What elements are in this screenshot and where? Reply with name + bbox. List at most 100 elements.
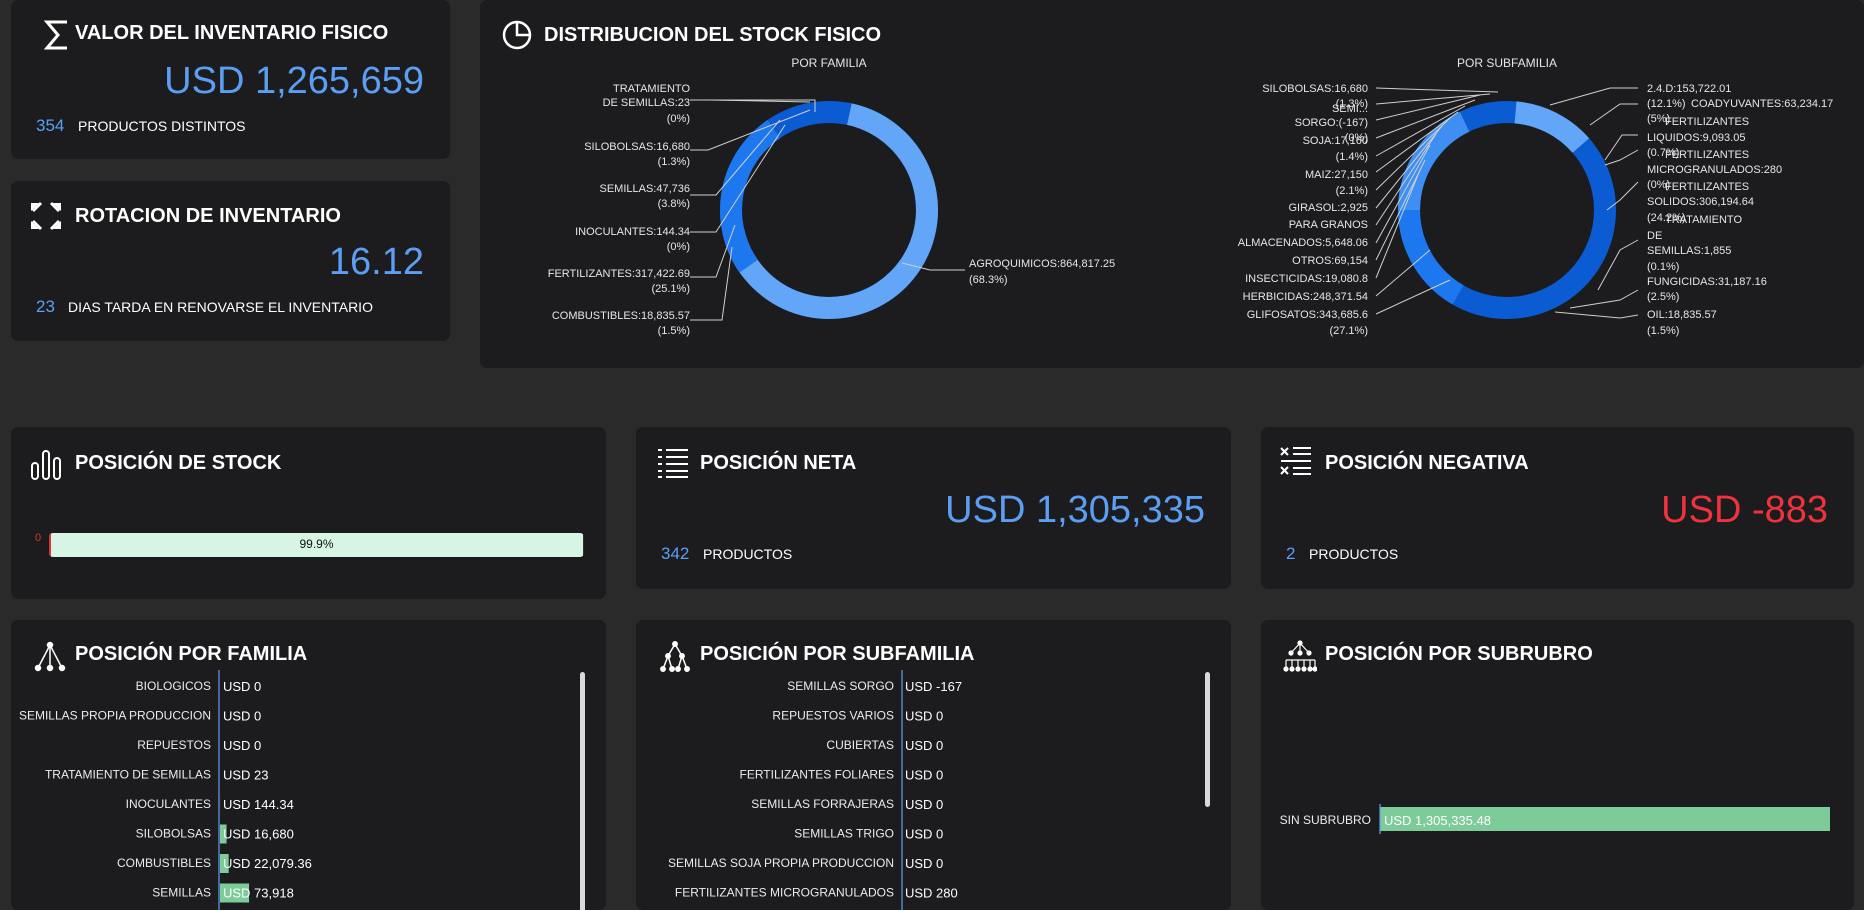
rotacion-card: ROTACION DE INVENTARIO 16.12 23 DIAS TAR… <box>11 181 450 341</box>
svg-text:TRATAMIENTO: TRATAMIENTO <box>1665 214 1742 226</box>
svg-text:LIQUIDOS:9,093.05: LIQUIDOS:9,093.05 <box>1647 132 1745 144</box>
svg-text:PARA GRANOS: PARA GRANOS <box>1289 219 1368 231</box>
svg-text:DE: DE <box>1647 230 1662 242</box>
familia-row-value: USD 144.34 <box>223 797 294 812</box>
svg-text:(27.1%): (27.1%) <box>1329 325 1368 337</box>
svg-text:SEMI...: SEMI... <box>1332 103 1368 115</box>
familia-row-label: REPUESTOS <box>137 738 211 752</box>
svg-text:(1.3%): (1.3%) <box>658 156 690 168</box>
rotate-icon <box>29 199 63 233</box>
inventory-value: USD 1,265,659 <box>164 60 424 103</box>
svg-text:DE SEMILLAS:23: DE SEMILLAS:23 <box>603 97 690 109</box>
familia-donut-chart: POR FAMILIA TRATAMIENTO DE SEMILLAS:23 (… <box>480 0 1864 368</box>
familia-row-value: USD 0 <box>223 709 261 724</box>
svg-text:(68.3%): (68.3%) <box>969 274 1008 286</box>
svg-text:MICROGRANULADOS:280: MICROGRANULADOS:280 <box>1647 164 1782 176</box>
svg-text:FERTILIZANTES: FERTILIZANTES <box>1665 181 1749 193</box>
familia-row-label: SEMILLAS PROPIA PRODUCCION <box>19 709 211 723</box>
svg-text:2.4.D:153,722.01: 2.4.D:153,722.01 <box>1647 83 1731 95</box>
subfamilia-row-value: USD -167 <box>905 679 962 694</box>
familia-row-label: COMBUSTIBLES <box>117 856 211 870</box>
svg-text:INOCULANTES:144.34: INOCULANTES:144.34 <box>575 226 690 238</box>
subfamilia-row-label: SEMILLAS SOJA PROPIA PRODUCCION <box>668 856 894 870</box>
subfamilia-row-label: REPUESTOS VARIOS <box>772 709 894 723</box>
svg-text:HERBICIDAS:248,371.54: HERBICIDAS:248,371.54 <box>1243 291 1368 303</box>
svg-text:GIRASOL:2,925: GIRASOL:2,925 <box>1289 202 1369 214</box>
days-count: 23 <box>36 297 55 317</box>
subfamilia-row-label: SEMILLAS FORRAJERAS <box>751 797 894 811</box>
stock-bar-label: 99.9% <box>49 537 584 551</box>
donut-segment-agroquimicos <box>713 94 945 326</box>
svg-text:AGROQUIMICOS:864,817.25: AGROQUIMICOS:864,817.25 <box>969 258 1115 270</box>
familia-row-value: USD 0 <box>223 679 261 694</box>
card-title: POSICIÓN POR FAMILIA <box>75 643 307 666</box>
subfamilia-row-label: FERTILIZANTES MICROGRANULADOS <box>675 886 894 900</box>
familia-row-label: INOCULANTES <box>126 797 211 811</box>
subrubro-bar-chart: SIN SUBRUBRO USD 1,305,335.48 <box>1261 670 1854 910</box>
card-title: POSICIÓN POR SUBRUBRO <box>1325 643 1593 666</box>
svg-text:ALMACENADOS:5,648.06: ALMACENADOS:5,648.06 <box>1238 237 1368 249</box>
subfamilia-labels-right: 2.4.D:153,722.01 (12.1%) COADYUVANTES:63… <box>1647 83 1833 337</box>
sigma-icon <box>41 18 75 52</box>
familia-row-label: SEMILLAS <box>152 886 211 900</box>
svg-text:GLIFOSATOS:343,685.6: GLIFOSATOS:343,685.6 <box>1247 309 1368 321</box>
negative-product-label: PRODUCTOS <box>1309 546 1398 562</box>
subfamilia-row-value: USD 0 <box>905 827 943 842</box>
scrollbar[interactable] <box>580 672 585 910</box>
svg-text:FERTILIZANTES: FERTILIZANTES <box>1665 149 1749 161</box>
product-count-label: PRODUCTOS DISTINTOS <box>78 118 246 134</box>
svg-text:(0.1%): (0.1%) <box>1647 261 1679 273</box>
svg-text:(1.5%): (1.5%) <box>658 325 690 337</box>
card-title: POSICIÓN NETA <box>700 452 856 475</box>
posicion-neta-card: POSICIÓN NETA USD 1,305,335 342 PRODUCTO… <box>636 427 1231 589</box>
posicion-negativa-card: POSICIÓN NEGATIVA USD -883 2 PRODUCTOS <box>1261 427 1854 589</box>
svg-text:(25.1%): (25.1%) <box>651 283 690 295</box>
familia-row-value: USD 22,079.36 <box>223 856 312 871</box>
svg-text:FUNGICIDAS:31,187.16: FUNGICIDAS:31,187.16 <box>1647 276 1767 288</box>
svg-text:SEMILLAS:1,855: SEMILLAS:1,855 <box>1647 245 1731 257</box>
familia-row-value: USD 73,918 <box>223 886 294 901</box>
svg-text:INSECTICIDAS:19,080.8: INSECTICIDAS:19,080.8 <box>1245 273 1368 285</box>
tree-icon <box>658 640 692 674</box>
svg-text:(2.1%): (2.1%) <box>1336 185 1368 197</box>
svg-text:(3.8%): (3.8%) <box>658 198 690 210</box>
svg-text:SOLIDOS:306,194.64: SOLIDOS:306,194.64 <box>1647 196 1754 208</box>
subfamilia-row-value: USD 0 <box>905 797 943 812</box>
svg-text:(0%): (0%) <box>667 113 690 125</box>
svg-text:COMBUSTIBLES:18,835.57: COMBUSTIBLES:18,835.57 <box>552 310 690 322</box>
familia-subtitle: POR FAMILIA <box>791 56 866 70</box>
svg-text:COADYUVANTES:63,234.17: COADYUVANTES:63,234.17 <box>1691 98 1833 110</box>
svg-text:SILOBOLSAS:16,680: SILOBOLSAS:16,680 <box>1262 83 1368 95</box>
familia-row-label: SILOBOLSAS <box>136 827 211 841</box>
por-familia-card: POSICIÓN POR FAMILIA BIOLOGICOSUSD 0SEMI… <box>11 620 606 910</box>
familia-row-value: USD 0 <box>223 738 261 753</box>
svg-text:SORGO:(-167): SORGO:(-167) <box>1295 117 1368 129</box>
svg-text:SOJA:17,160: SOJA:17,160 <box>1303 135 1368 147</box>
familia-labels-right: AGROQUIMICOS:864,817.25 (68.3%) <box>969 258 1115 286</box>
subfamilia-labels-left: SILOBOLSAS:16,680 (1.3%) SEMI... SORGO:(… <box>1238 83 1368 337</box>
subfamilia-row-value: USD 0 <box>905 768 943 783</box>
net-product-count: 342 <box>661 544 689 564</box>
card-title: POSICIÓN POR SUBFAMILIA <box>700 643 974 666</box>
svg-text:(1.4%): (1.4%) <box>1336 151 1368 163</box>
subfamilia-row-label: SEMILLAS SORGO <box>787 679 894 693</box>
subrubro-row-value: USD 1,305,335.48 <box>1384 813 1491 828</box>
subrubro-row-label: SIN SUBRUBRO <box>1280 813 1371 827</box>
card-title: ROTACION DE INVENTARIO <box>75 205 341 228</box>
familia-row-value: USD 16,680 <box>223 827 294 842</box>
subfamilia-subtitle: POR SUBFAMILIA <box>1457 56 1557 70</box>
card-title: VALOR DEL INVENTARIO FISICO <box>75 22 388 45</box>
x-list-icon <box>1279 445 1313 479</box>
card-title: POSICIÓN NEGATIVA <box>1325 452 1529 475</box>
svg-text:(0%): (0%) <box>667 241 690 253</box>
svg-text:(2.5%): (2.5%) <box>1647 291 1679 303</box>
negative-product-count: 2 <box>1286 544 1295 564</box>
familia-row-label: TRATAMIENTO DE SEMILLAS <box>45 768 211 782</box>
subfamilia-row-value: USD 0 <box>905 738 943 753</box>
subfamilia-row-value: USD 0 <box>905 856 943 871</box>
scrollbar[interactable] <box>1205 672 1210 807</box>
distribucion-card: DISTRIBUCION DEL STOCK FISICO POR FAMILI… <box>480 0 1864 368</box>
svg-text:FERTILIZANTES:317,422.69: FERTILIZANTES:317,422.69 <box>548 268 690 280</box>
por-subfamilia-card: POSICIÓN POR SUBFAMILIA SEMILLAS SORGO US… <box>636 620 1231 910</box>
svg-text:SILOBOLSAS:16,680: SILOBOLSAS:16,680 <box>584 141 690 153</box>
